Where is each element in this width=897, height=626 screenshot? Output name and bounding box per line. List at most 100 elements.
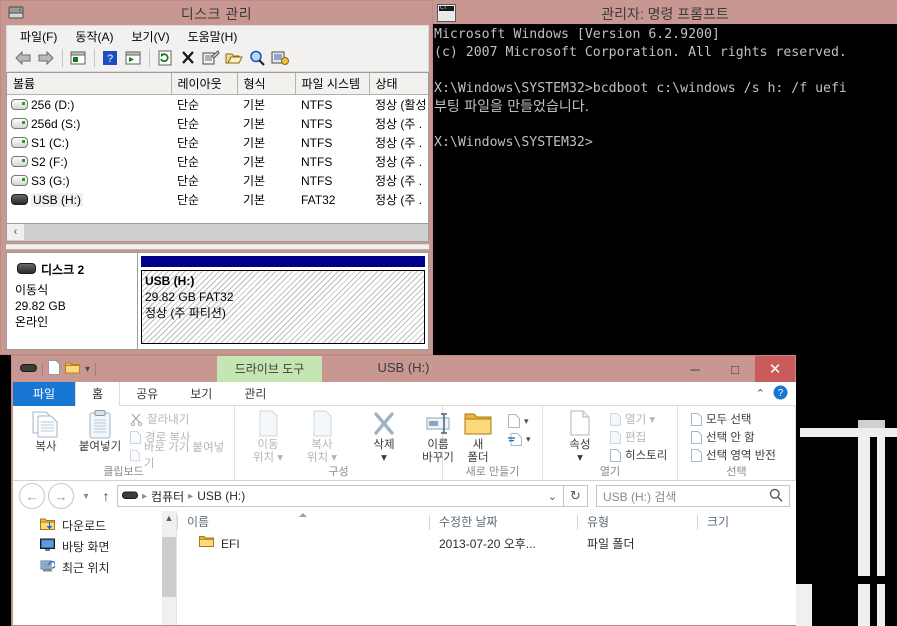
file-explorer-window[interactable]: ▾ 드라이브 도구 USB (H:) ─ □ ✕ 파일 홈 공유 보기 관리 ⌃ ? [11,355,796,626]
search-box[interactable]: USB (H:) 검색 [596,485,790,507]
cut-button[interactable]: 잘라내기 [127,410,228,428]
delete-icon[interactable] [177,47,199,69]
disk-graphical-view[interactable]: 디스크 2 이동식 29.82 GB 온라인 USB (H:) 29.82 GB… [6,252,429,350]
magnifier-icon[interactable] [246,47,268,69]
disk-management-window[interactable]: 디스크 관리 파일(F) 동작(A) 보기(V) 도움말(H) ? 볼륨 레이아… [0,0,433,355]
tab-관리[interactable]: 관리 [228,382,282,406]
disk-management-toolbar[interactable]: ? [6,44,429,72]
ribbon-group-select[interactable]: 모두 선택 선택 안 함 선택 영역 반전 선택 [678,406,796,480]
ribbon-group-organize[interactable]: 이동 위치 ▾ 복사 위치 ▾ 삭제 ▾ 이름 바꾸기 구성 [235,406,454,480]
minimize-button[interactable]: ─ [675,356,715,382]
help-circle-icon[interactable]: ? [773,385,788,403]
move-to-button[interactable]: 이동 위치 ▾ [241,409,295,465]
breadcrumb-usb[interactable]: USB (H:) [197,489,245,503]
breadcrumb-computer[interactable]: 컴퓨터 [151,488,184,505]
copy-button[interactable]: 복사 [19,409,73,454]
file-list-rows[interactable]: EFI 2013-07-20 오후... 파일 폴더 [177,534,796,555]
volume-cell-name[interactable]: 256 (D:) [7,95,171,115]
ribbon-tabs-right[interactable]: ⌃ ? [756,382,796,405]
open-icon[interactable] [223,47,245,69]
column-header-filesystem[interactable]: 파일 시스템 [295,73,370,95]
volume-cell-name[interactable]: S1 (C:) [7,133,171,152]
disk-info-panel[interactable]: 디스크 2 이동식 29.82 GB 온라인 [7,253,138,349]
file-column-header-이름[interactable]: 이름 [177,511,429,534]
copy-to-button[interactable]: 복사 위치 ▾ [295,409,349,465]
select-none-button[interactable]: 선택 안 함 [688,428,779,446]
back-button[interactable]: ← [19,483,45,509]
paste-button[interactable]: 붙여넣기 [73,409,127,454]
invert-selection-button[interactable]: 선택 영역 반전 [688,446,779,464]
collapse-ribbon-chevron-icon[interactable]: ⌃ [756,387,765,400]
file-list-pane[interactable]: 이름 수정한 날짜 유형 크기 EFI 2013-07-20 오후... 파일 폴더 [176,511,796,625]
open-small-buttons[interactable]: 열기 ▾ 편집 히스토리 [607,409,670,464]
address-dropdown-chevron-icon[interactable]: ⌄ [548,490,559,503]
volume-cell-name[interactable]: S3 (G:) [7,171,171,190]
up-button[interactable]: ↑ [95,488,117,504]
partition-area[interactable]: USB (H:) 29.82 GB FAT32 정상 (주 파티션) [138,253,428,349]
nav-item-최근 위치[interactable]: 최근 위치 [13,557,176,578]
close-button[interactable]: ✕ [755,356,795,382]
ribbon[interactable]: 복사 붙여넣기 잘라내기 경로 복사 바로 가기 붙여넣기 클립보드 이동 위치… [13,406,796,481]
column-header-layout[interactable]: 레이아웃 [171,73,238,95]
volume-cell-name[interactable]: USB (H:) [7,190,171,209]
file-row[interactable]: EFI 2013-07-20 오후... 파일 폴더 [177,534,796,555]
nav-item-다운로드[interactable]: 다운로드 [13,515,176,536]
command-prompt-titlebar[interactable]: C:\ 관리자: 명령 프롬프트 [433,0,897,24]
console-output[interactable]: Microsoft Windows [Version 6.2.9200] (c) … [433,24,897,152]
menu-item-help[interactable]: 도움말(H) [179,26,247,45]
menu-item-view[interactable]: 보기(V) [122,26,178,45]
volume-row[interactable]: USB (H:) 단순 기본 FAT32 정상 (주 . [7,190,428,209]
new-folder-button[interactable]: 새 폴더 [451,409,505,465]
command-prompt-window[interactable]: C:\ 관리자: 명령 프롬프트 Microsoft Windows [Vers… [433,0,897,355]
delete-button[interactable]: 삭제 ▾ [357,409,411,465]
ribbon-tabs[interactable]: 파일 홈 공유 보기 관리 ⌃ ? [13,382,796,406]
file-column-header-수정한 날짜[interactable]: 수정한 날짜 [429,511,577,534]
window-controls[interactable]: ─ □ ✕ [675,356,795,382]
ribbon-group-new[interactable]: 새 폴더 ▾ ▾ 새로 만들기 [443,406,543,480]
file-name-cell[interactable]: EFI [177,534,429,555]
file-list-column-headers[interactable]: 이름 수정한 날짜 유형 크기 [177,511,796,534]
volume-list[interactable]: 볼륨 레이아웃 형식 파일 시스템 상태 256 (D:) 단순 기본 NTFS 정상 … [6,72,429,224]
tab-홈[interactable]: 홈 [75,382,121,406]
magnifier-icon[interactable] [769,488,783,505]
partition-block[interactable]: USB (H:) 29.82 GB FAT32 정상 (주 파티션) [141,270,425,344]
back-arrow-icon[interactable] [12,47,34,69]
open-button[interactable]: 열기 ▾ [607,410,670,428]
scroll-up-button[interactable]: ▲ [162,511,176,525]
refresh-button[interactable]: ↻ [564,485,588,507]
column-header-status[interactable]: 상태 [369,73,428,95]
disk-management-titlebar[interactable]: 디스크 관리 [1,1,432,24]
file-column-header-유형[interactable]: 유형 [577,511,697,534]
quick-access-toolbar-row[interactable]: ▾ 드라이브 도구 USB (H:) ─ □ ✕ [12,356,795,382]
volume-cell-name[interactable]: 256d (S:) [7,114,171,133]
scroll-left-button[interactable]: ‹ [7,224,24,240]
edit-button[interactable]: 편집 [607,428,670,446]
select-small-buttons[interactable]: 모두 선택 선택 안 함 선택 영역 반전 [688,409,779,464]
easy-access-button[interactable]: ▾ [505,430,534,448]
address-bar-row[interactable]: ← → ▾ ↑ ▸ 컴퓨터 ▸ USB (H:) ⌄ ↻ USB (H:) 검색 [13,481,796,511]
new-item-button[interactable]: ▾ [505,412,534,430]
maximize-button[interactable]: □ [715,356,755,382]
volume-cell-name[interactable]: S2 (F:) [7,152,171,171]
volume-row[interactable]: 256d (S:) 단순 기본 NTFS 정상 (주 . [7,114,428,133]
disk-management-menubar[interactable]: 파일(F) 동작(A) 보기(V) 도움말(H) [6,25,429,44]
volume-row[interactable]: S1 (C:) 단순 기본 NTFS 정상 (주 . [7,133,428,152]
easy-access-chevron-icon[interactable]: ▾ [526,434,531,445]
menu-item-action[interactable]: 동작(A) [66,26,122,45]
show-hide-console-tree-icon[interactable] [67,47,89,69]
recent-locations-button[interactable]: ▾ [77,491,95,502]
history-button[interactable]: 히스토리 [607,446,670,464]
volume-row[interactable]: S2 (F:) 단순 기본 NTFS 정상 (주 . [7,152,428,171]
ribbon-group-clipboard[interactable]: 복사 붙여넣기 잘라내기 경로 복사 바로 가기 붙여넣기 클립보드 [13,406,235,480]
navigation-pane[interactable]: 다운로드 바탕 화면 최근 위치 ▲ [13,511,176,625]
column-header-volume[interactable]: 볼륨 [7,73,172,95]
paste-shortcut-button[interactable]: 바로 가기 붙여넣기 [127,442,228,470]
new-small-buttons[interactable]: ▾ ▾ [505,409,534,448]
tab-보기[interactable]: 보기 [174,382,228,406]
properties-icon[interactable] [200,47,222,69]
scrollbar-thumb[interactable] [162,537,176,597]
rescan-disks-icon[interactable] [269,47,291,69]
address-breadcrumb[interactable]: ▸ 컴퓨터 ▸ USB (H:) ⌄ [117,485,564,507]
ribbon-group-open[interactable]: 속성 ▾ 열기 ▾ 편집 히스토리 열기 [543,406,678,480]
show-hide-action-pane-icon[interactable] [122,47,144,69]
